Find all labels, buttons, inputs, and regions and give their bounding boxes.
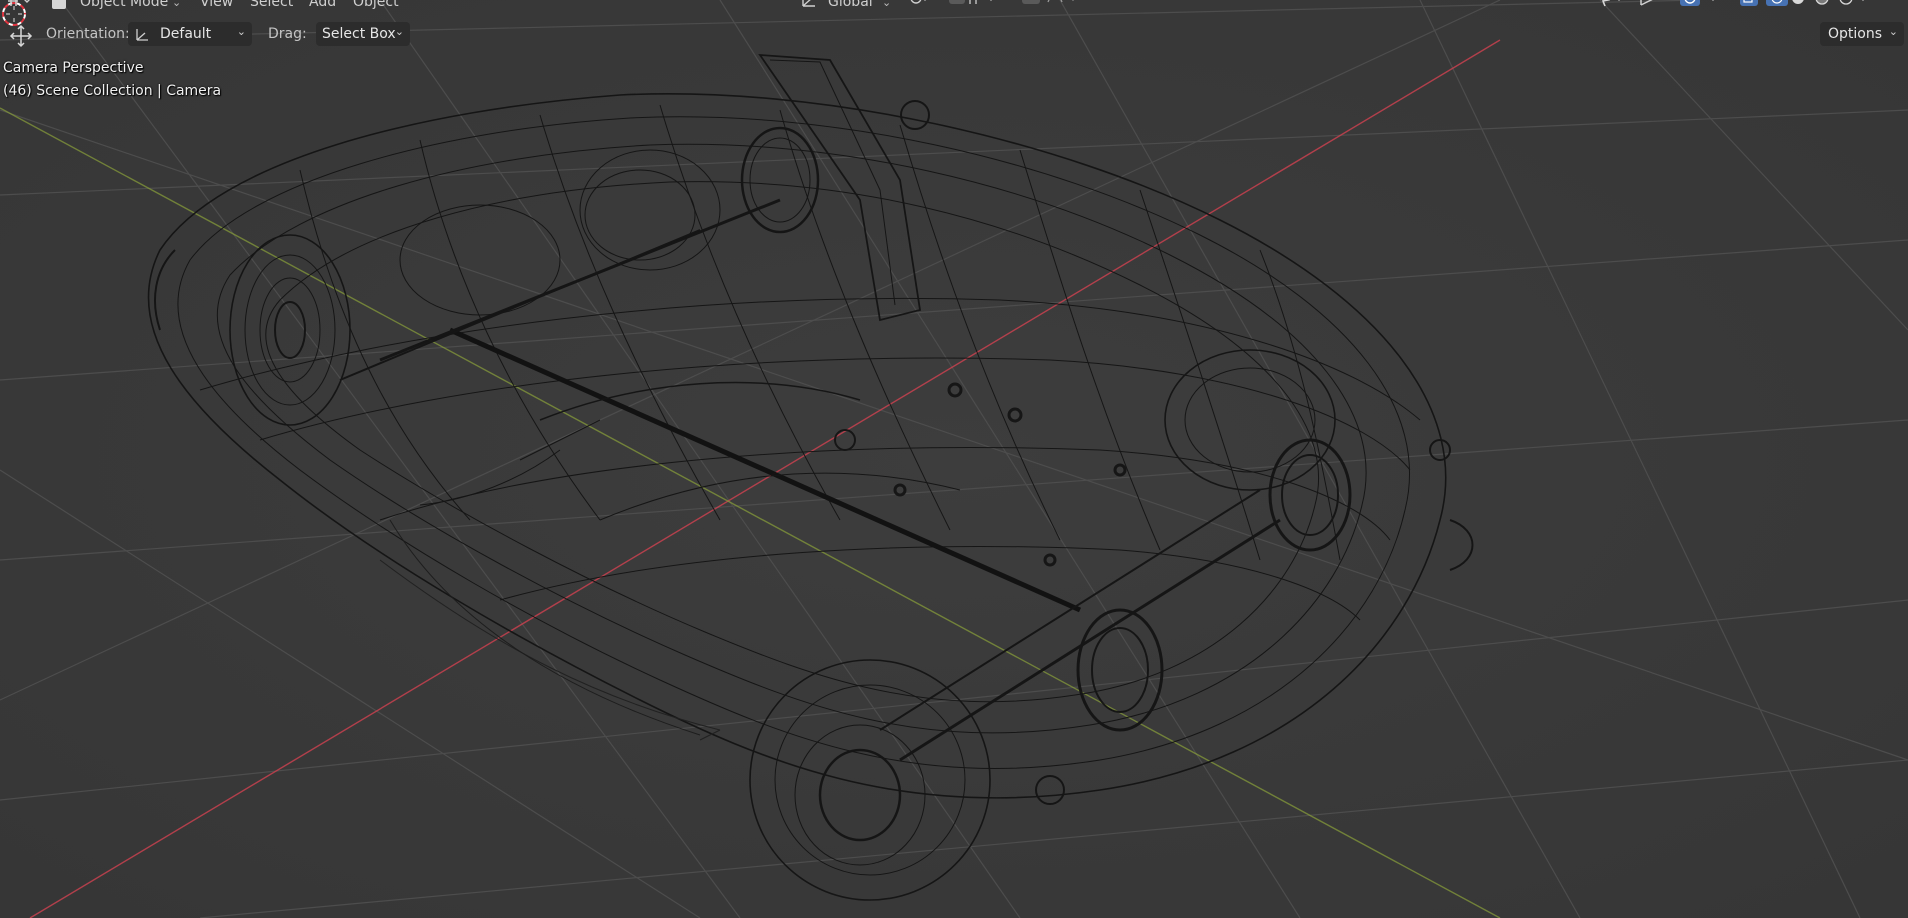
menu-view[interactable]: View [200, 0, 233, 10]
editor-type-icon[interactable] [6, 0, 32, 8]
drag-dropdown[interactable]: Select Box ⌄ [316, 22, 410, 46]
transform-space-selector[interactable]: Global [828, 0, 873, 10]
chevron-down-icon: ⌄ [394, 25, 404, 38]
orientation-dropdown[interactable]: Default ⌄ [128, 22, 252, 46]
chevron-down-icon: ⌄ [1888, 25, 1898, 38]
viewport-header: Object Mode ⌄ View Select Add Object Glo… [0, 0, 1908, 14]
orientation-axes-icon [136, 29, 148, 41]
wireframe-scene [0, 0, 1908, 918]
drag-label: Drag: [268, 26, 307, 42]
view-name-label: Camera Perspective [3, 60, 144, 76]
shading-mode-icons[interactable] [1766, 0, 1866, 8]
gizmo-icon[interactable] [1638, 0, 1658, 8]
snap-icon[interactable] [948, 0, 1000, 8]
menu-select[interactable]: Select [250, 0, 293, 10]
header-right-icons [1596, 0, 1896, 12]
drag-value: Select Box [322, 26, 396, 42]
selectability-icon[interactable] [1596, 0, 1628, 8]
move-tool-icon[interactable] [9, 24, 33, 48]
menu-add[interactable]: Add [309, 0, 336, 10]
chevron-down-icon: ⌄ [172, 0, 182, 9]
xray-toggle-icon[interactable] [1740, 0, 1760, 8]
pivot-point-icon[interactable] [908, 0, 930, 8]
chevron-down-icon: ⌄ [236, 25, 246, 38]
3d-viewport[interactable] [0, 0, 1908, 918]
orientation-value: Default [160, 26, 212, 42]
overlays-icon[interactable] [1680, 0, 1724, 8]
tool-settings-bar: Orientation: Default ⌄ Drag: Select Box … [0, 18, 1908, 50]
collection-info-label: (46) Scene Collection | Camera [3, 83, 222, 99]
options-label: Options [1827, 26, 1882, 42]
menu-object[interactable]: Object [353, 0, 399, 10]
object-mode-icon [52, 0, 66, 9]
options-button[interactable]: Options ⌄ [1819, 22, 1904, 46]
chevron-down-icon: ⌄ [882, 0, 892, 9]
proportional-editing-icon[interactable] [1022, 0, 1084, 8]
orientation-label: Orientation: [46, 26, 130, 42]
transform-orientation-icon [802, 0, 815, 7]
mode-selector[interactable]: Object Mode [80, 0, 168, 10]
